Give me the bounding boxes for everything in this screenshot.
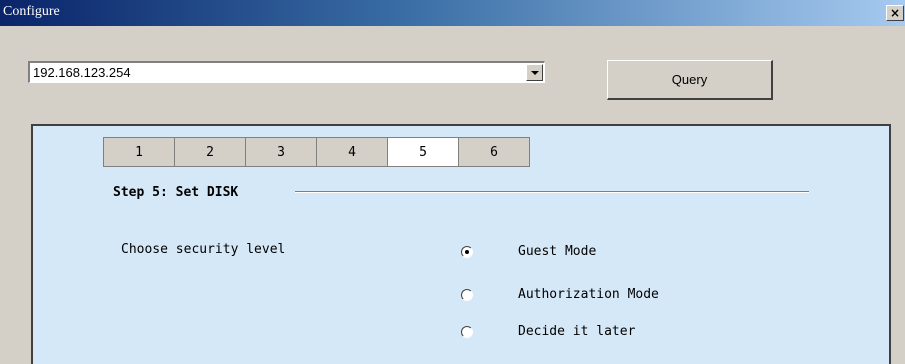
title-bar: Configure × [0,0,905,26]
option-decide-later[interactable]: Decide it later [461,324,635,339]
host-combobox[interactable]: 192.168.123.254 [28,61,545,83]
radio-guest-mode[interactable] [461,245,473,258]
radio-authorization-mode[interactable] [461,288,473,301]
tab-step-2[interactable]: 2 [174,137,246,167]
dropdown-button[interactable] [526,64,543,81]
option-label: Decide it later [518,324,636,339]
tab-step-1[interactable]: 1 [103,137,175,167]
option-label: Authorization Mode [518,287,659,302]
step-divider [295,191,809,193]
step-tabs: 1 2 3 4 5 6 [103,137,530,167]
radio-dot [465,249,469,254]
radio-decide-later[interactable] [461,325,473,338]
chevron-down-icon [530,70,539,75]
step-title: Step 5: Set DISK [113,185,239,200]
close-button[interactable]: × [886,5,904,21]
tab-step-5[interactable]: 5 [387,137,459,167]
host-value: 192.168.123.254 [33,65,131,80]
query-button[interactable]: Query [607,60,773,100]
option-guest-mode[interactable]: Guest Mode [461,244,596,259]
tab-step-3[interactable]: 3 [245,137,317,167]
option-authorization-mode[interactable]: Authorization Mode [461,287,659,302]
close-icon: × [889,6,901,20]
window-title: Configure [3,4,60,19]
tab-step-4[interactable]: 4 [316,137,388,167]
wizard-panel: 1 2 3 4 5 6 Step 5: Set DISK Choose secu… [31,124,891,364]
tab-step-6[interactable]: 6 [458,137,530,167]
option-label: Guest Mode [518,244,597,259]
security-level-label: Choose security level [121,242,286,257]
